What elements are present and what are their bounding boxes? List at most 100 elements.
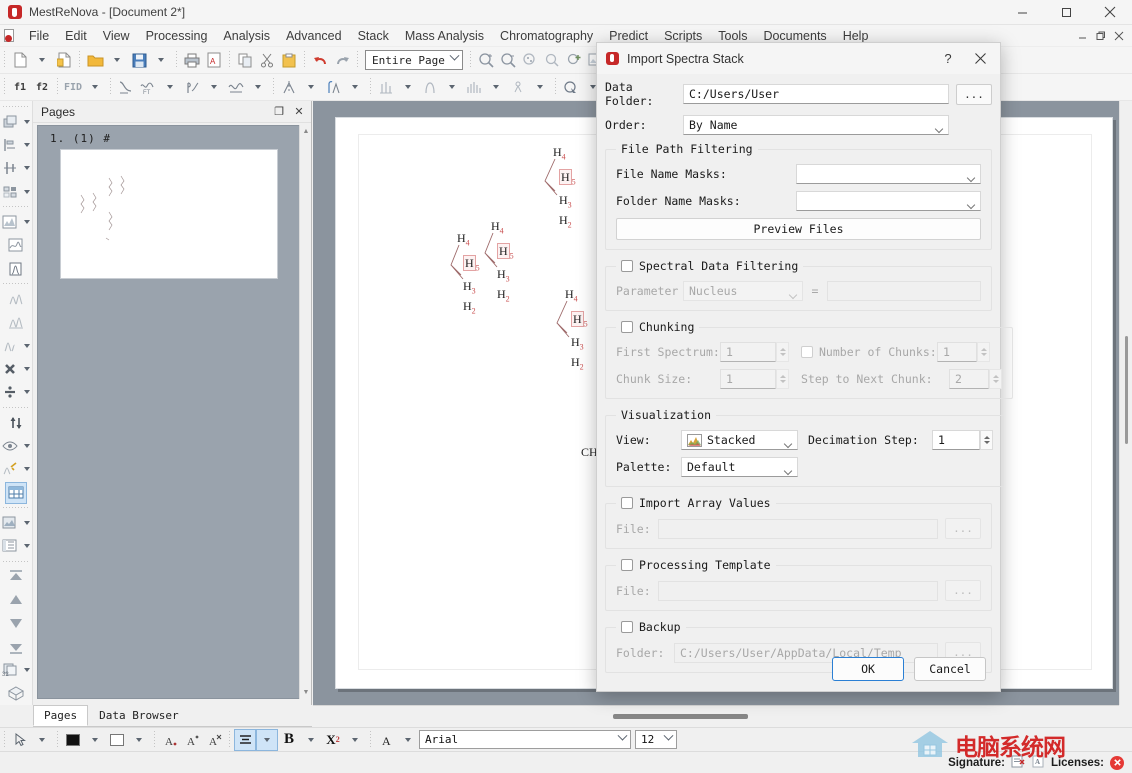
tools-dropdown-icon[interactable] (485, 76, 507, 98)
font-shrink-icon[interactable]: A (181, 729, 203, 751)
template-file-browse-button[interactable]: ... (945, 580, 981, 601)
pages-32-icon[interactable]: 32 (0, 659, 21, 681)
multiplet-dropdown-icon[interactable] (397, 76, 419, 98)
zoom-reset-icon[interactable] (541, 49, 563, 71)
grid-layout-icon[interactable] (0, 181, 21, 203)
first-spectrum-input[interactable]: 1 (720, 342, 776, 362)
menu-advanced[interactable]: Advanced (278, 27, 350, 45)
template-file-input[interactable] (658, 581, 938, 601)
hscroll-thumb[interactable] (613, 714, 748, 719)
menu-edit[interactable]: Edit (57, 27, 95, 45)
scroll-up-icon[interactable]: ▲ (300, 125, 312, 138)
maximize-icon[interactable] (1044, 0, 1088, 25)
preview-files-button[interactable]: Preview Files (616, 218, 981, 240)
cut-icon[interactable] (256, 49, 278, 71)
data-table-icon[interactable] (5, 482, 27, 504)
cursor-select-icon[interactable] (9, 729, 31, 751)
cursor-dropdown-icon[interactable] (31, 729, 53, 751)
multiply-icon[interactable] (0, 358, 21, 380)
fid-dropdown-icon[interactable] (84, 76, 106, 98)
grid-layout-dropdown-icon[interactable] (24, 190, 30, 194)
peaks-subtract-icon[interactable] (0, 335, 21, 357)
close-icon[interactable] (1088, 0, 1132, 25)
menu-stack[interactable]: Stack (350, 27, 397, 45)
spectrum-box-icon[interactable] (5, 258, 27, 280)
filter-value-input[interactable] (827, 281, 981, 301)
file-name-masks-combo[interactable] (796, 164, 981, 184)
baseline-icon[interactable] (225, 76, 247, 98)
stack-overlay-icon[interactable] (5, 234, 27, 256)
step-to-next-chunk-stepper[interactable] (989, 369, 1002, 389)
save-dropdown-icon[interactable] (150, 49, 172, 71)
mdi-close-icon[interactable] (1110, 27, 1128, 45)
line-color-dropdown-icon[interactable] (128, 729, 150, 751)
vertical-shift-dropdown-icon[interactable] (24, 166, 30, 170)
spectrum-tools-icon[interactable] (463, 76, 485, 98)
align-dropdown-icon[interactable] (256, 729, 278, 751)
ok-button[interactable]: OK (832, 657, 904, 681)
stack-layers-dropdown-icon[interactable] (24, 120, 30, 124)
ft-dropdown-icon[interactable] (159, 76, 181, 98)
text-dropdown-icon[interactable] (397, 729, 419, 751)
dialog-help-icon[interactable]: ? (932, 45, 964, 73)
vscroll-thumb[interactable] (1125, 336, 1128, 444)
peak-dropdown-icon[interactable] (300, 76, 322, 98)
integrate-icon[interactable] (322, 76, 344, 98)
multiplet-icon[interactable] (375, 76, 397, 98)
zoom-in-region-icon[interactable] (475, 49, 497, 71)
zoom-out-region-icon[interactable] (497, 49, 519, 71)
menu-mass-analysis[interactable]: Mass Analysis (397, 27, 492, 45)
bold-dropdown-icon[interactable] (300, 729, 322, 751)
tab-pages[interactable]: Pages (33, 705, 88, 726)
cancel-button[interactable]: Cancel (914, 657, 986, 681)
stack-chart-icon[interactable] (0, 211, 21, 233)
data-folder-input[interactable]: C:/Users/User (683, 84, 949, 104)
menu-view[interactable]: View (95, 27, 138, 45)
new-document-icon[interactable] (9, 49, 31, 71)
peaks-subtract-dropdown-icon[interactable] (24, 344, 30, 348)
data-folder-browse-button[interactable]: ... (956, 84, 992, 105)
font-clear-icon[interactable]: A (203, 729, 225, 751)
order-combo[interactable]: By Name (683, 115, 949, 135)
fill-color-swatch[interactable] (62, 729, 84, 751)
mdi-restore-icon[interactable] (1092, 27, 1110, 45)
image-export-icon[interactable] (0, 512, 21, 534)
array-file-input[interactable] (658, 519, 938, 539)
molecule-icon[interactable] (507, 76, 529, 98)
spectral-data-filtering-checkbox[interactable] (621, 260, 633, 272)
minimize-icon[interactable] (1000, 0, 1044, 25)
visibility-dropdown-icon[interactable] (24, 444, 30, 448)
subscript-dropdown-icon[interactable] (344, 729, 366, 751)
decimation-step-stepper[interactable] (980, 430, 993, 450)
move-up-icon[interactable] (5, 589, 27, 611)
align-spectra-dropdown-icon[interactable] (24, 143, 30, 147)
menu-file[interactable]: File (21, 27, 57, 45)
image-export-dropdown-icon[interactable] (24, 521, 30, 525)
phase-dropdown-icon[interactable] (203, 76, 225, 98)
subscript-button[interactable]: X2 (322, 729, 344, 751)
paste-icon[interactable] (278, 49, 300, 71)
processing-template-checkbox[interactable] (621, 559, 633, 571)
visibility-eye-icon[interactable] (0, 435, 21, 457)
number-of-chunks-stepper[interactable] (977, 342, 990, 362)
export-pdf-icon[interactable]: A (203, 49, 225, 71)
peaks-sum-icon[interactable] (5, 288, 27, 310)
phase-icon[interactable] (181, 76, 203, 98)
pages-panel-scrollbar[interactable]: ▲ ▼ (299, 125, 311, 699)
vertical-shift-icon[interactable] (0, 157, 21, 179)
align-icon[interactable] (234, 729, 256, 751)
signature-icon-2[interactable]: A (1031, 755, 1045, 771)
page-thumbnail[interactable] (60, 149, 278, 279)
font-grow-icon[interactable]: A (159, 729, 181, 751)
move-top-icon[interactable] (5, 566, 27, 588)
predict-dropdown-icon[interactable] (441, 76, 463, 98)
print-icon[interactable] (181, 49, 203, 71)
f2-button[interactable]: f2 (31, 76, 53, 98)
menu-analysis[interactable]: Analysis (215, 27, 278, 45)
integrate-dropdown-icon[interactable] (344, 76, 366, 98)
stack-layers-icon[interactable] (0, 111, 21, 133)
dialog-close-icon[interactable] (964, 45, 996, 73)
box-3d-icon[interactable] (5, 682, 27, 704)
text-tool-icon[interactable]: A (375, 729, 397, 751)
clean-spectra-icon[interactable] (0, 458, 21, 480)
